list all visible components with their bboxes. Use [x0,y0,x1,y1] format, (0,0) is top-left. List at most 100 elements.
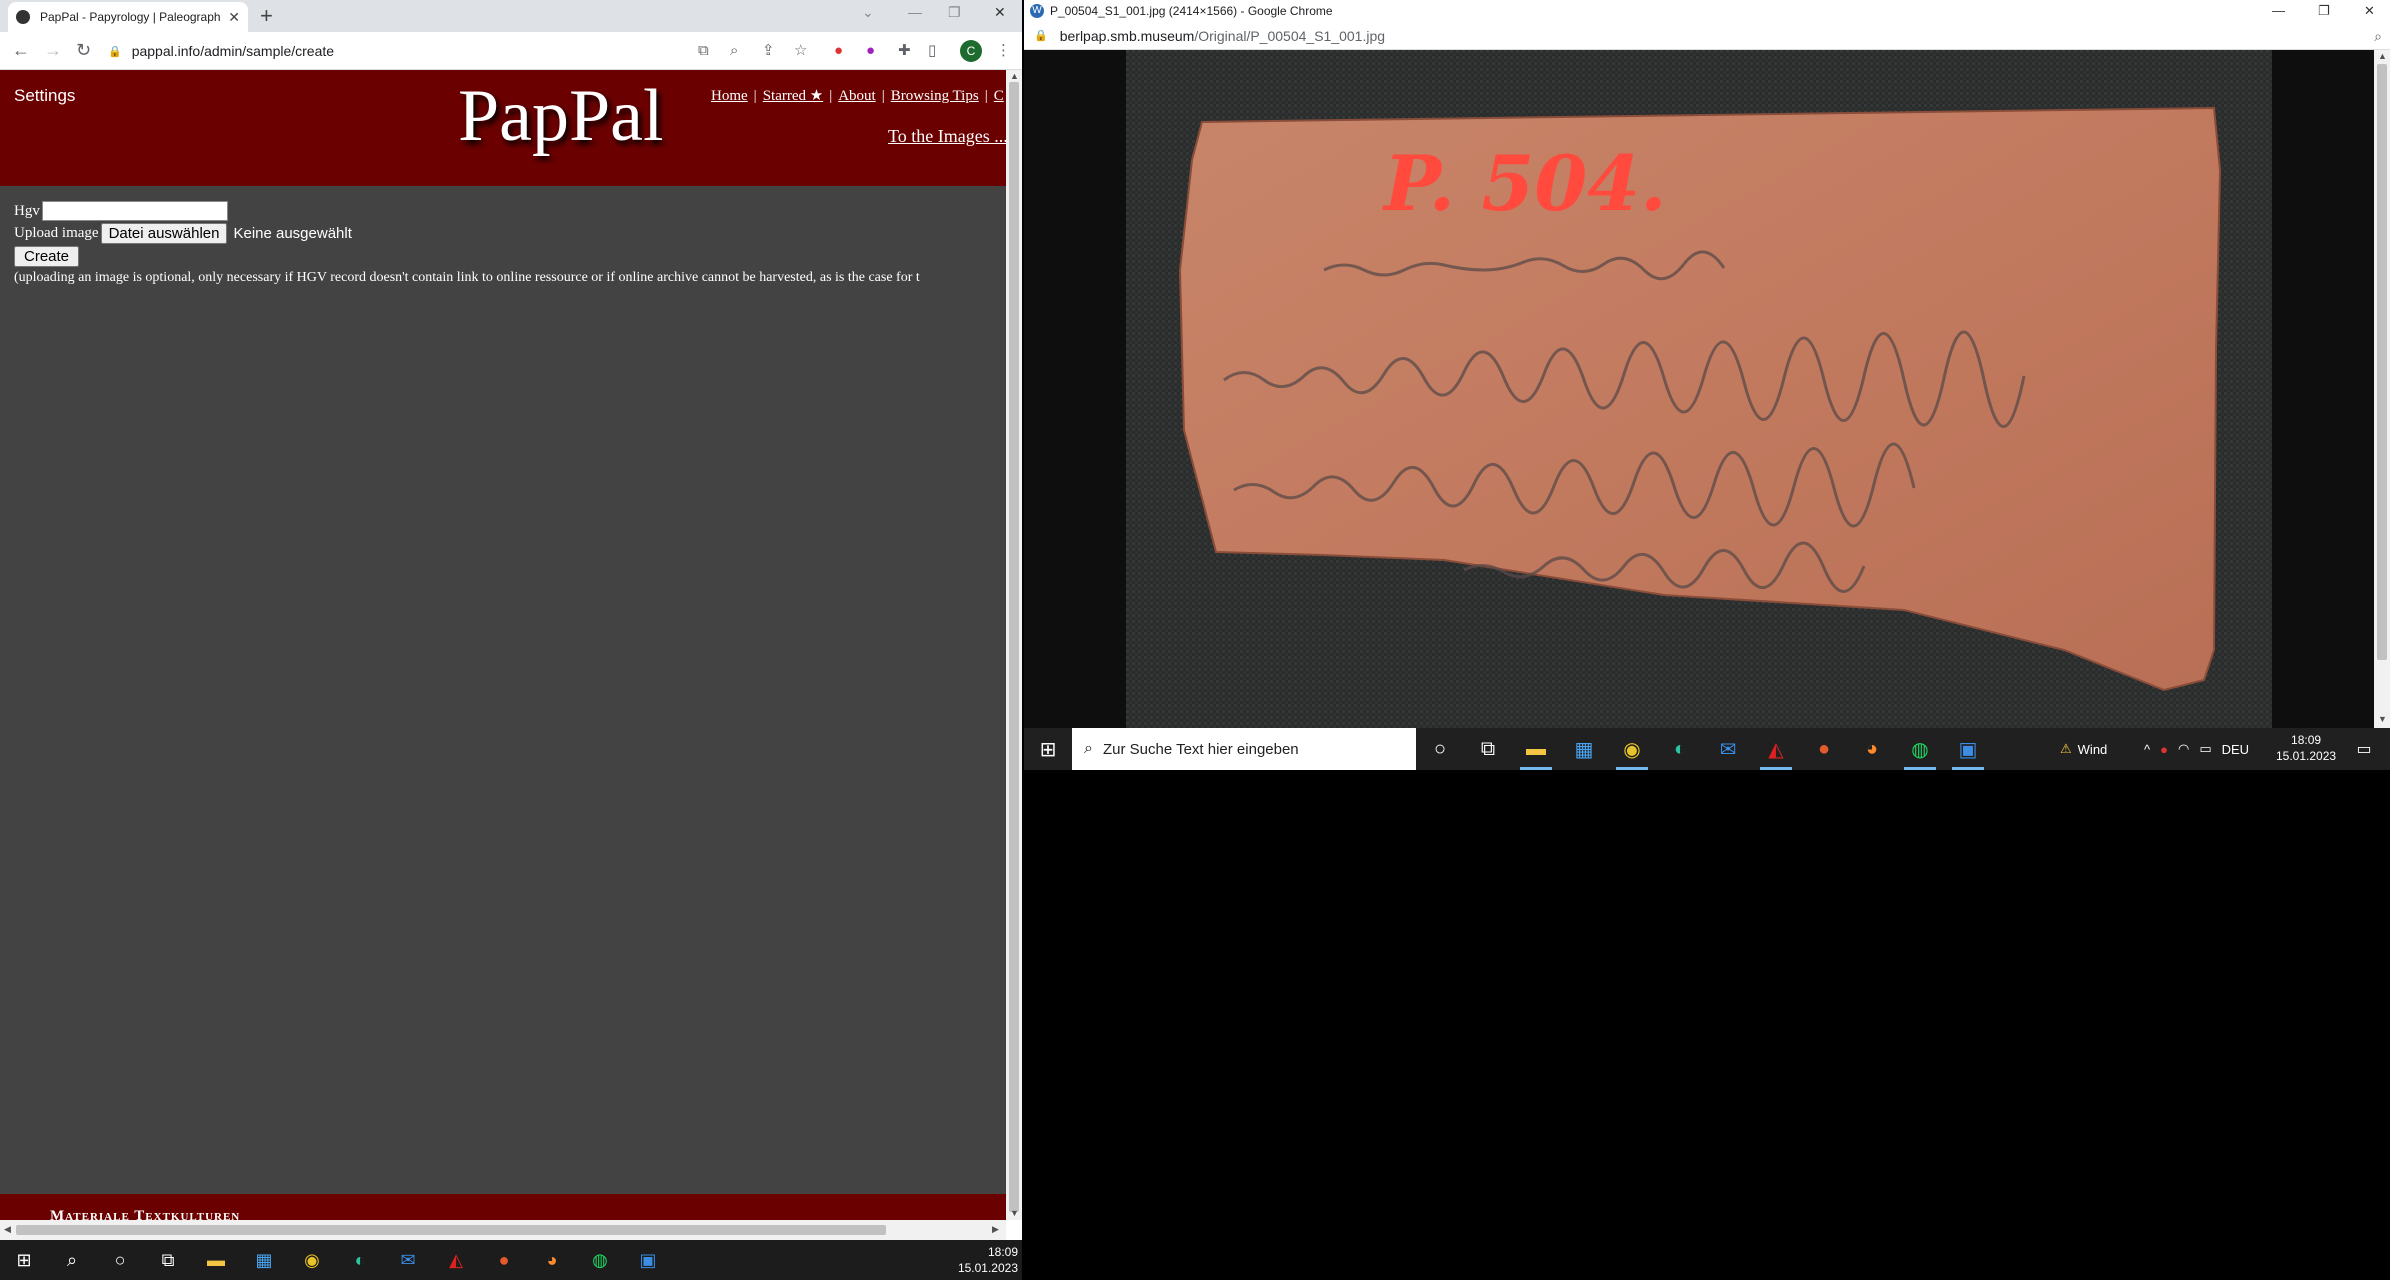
profile-avatar[interactable]: C [960,40,982,62]
left-clock[interactable]: 18:09 15.01.2023 [958,1244,1018,1276]
taskbar-search-placeholder: Zur Suche Text hier eingeben [1102,740,1299,758]
taskview-icon[interactable]: ⧉ [144,1240,192,1280]
tab-strip: PapPal - Papyrology | Paleograph ✕ + ⌄ —… [0,0,1022,32]
nav-about[interactable]: About [838,88,876,104]
choose-file-button[interactable]: Datei auswählen [100,222,228,244]
right-clock[interactable]: 18:09 15.01.2023 [2276,732,2336,764]
right-title-bar: W P_00504_S1_001.jpg (2414×1566) - Googl… [1024,0,2390,22]
chrome-icon[interactable]: ◉ [288,1240,336,1280]
taskbar-search-box[interactable]: ⌕ Zur Suche Text hier eingeben [1072,728,1416,770]
left-taskbar: ⊞ ⌕ ○ ⧉ ▬ ▦ ◉ ◐ ✉ ◭ ● ◕ ◍ ▣ 18:09 15.01.… [0,1240,1022,1280]
language-indicator[interactable]: DEU [2222,742,2249,757]
tray-app-icon[interactable]: ● [2160,742,2168,757]
nav-starred[interactable]: Starred ★ [763,88,824,104]
left-clock-time: 18:09 [987,1245,1018,1259]
vertical-scrollbar[interactable]: ▲ ▼ [1006,70,1022,1220]
right-windows-icon[interactable]: ⊞ [1024,728,1072,770]
reload-icon[interactable]: ↻ [76,40,91,60]
translate-icon[interactable]: ⧉ [698,42,709,60]
photos-icon[interactable]: ▣ [624,1240,672,1280]
right-spotify-icon[interactable]: ◍ [1896,728,1944,770]
wifi-icon[interactable]: ◠ [2178,741,2189,757]
horizontal-scroll-thumb[interactable] [16,1225,886,1235]
mail-icon[interactable]: ✉ [384,1240,432,1280]
right-cortana-icon[interactable]: ○ [1416,728,1464,770]
right-mail-icon[interactable]: ✉ [1704,728,1752,770]
extension-purple-icon[interactable]: ● [866,42,875,60]
windows-icon[interactable]: ⊞ [0,1240,48,1280]
search-icon[interactable]: ⌕ [48,1240,96,1280]
extension-red-icon[interactable]: ● [834,42,843,60]
right-store-icon[interactable]: ▦ [1560,728,1608,770]
right-close-icon[interactable]: ✕ [2364,3,2375,19]
notification-icon[interactable]: ▭ [2340,728,2388,770]
right-minimize-icon[interactable]: — [2272,3,2285,18]
right-scroll-thumb[interactable] [2377,64,2387,660]
tab-search-icon[interactable]: ⌄ [862,4,874,21]
footer-banner: Materiale Textkulturen [0,1194,1006,1220]
zoom-icon[interactable]: ⌕ [730,42,738,60]
spotify-icon[interactable]: ◍ [576,1240,624,1280]
share-icon[interactable]: ⇪ [762,42,775,60]
right-vertical-scrollbar[interactable]: ▲ ▼ [2374,50,2390,728]
right-edge-icon[interactable]: ◐ [1656,728,1704,770]
right-chrome-icon[interactable]: ◉ [1608,728,1656,770]
explorer-icon[interactable]: ▬ [192,1240,240,1280]
nav-cut-off[interactable]: C [994,88,1004,104]
acrobat-icon[interactable]: ◭ [432,1240,480,1280]
system-tray-icons[interactable]: ^ ● ◠ ▭ DEU [2144,728,2249,770]
scroll-right-icon[interactable]: ▶ [992,1224,999,1235]
right-photos-icon[interactable]: ▣ [1944,728,1992,770]
to-images-link[interactable]: To the Images ... [888,126,1006,147]
right-url-host: berlpap.smb.museum [1059,27,1195,44]
restore-icon[interactable]: ❐ [948,4,961,21]
scroll-left-icon[interactable]: ◀ [4,1224,11,1235]
vertical-scroll-thumb[interactable] [1009,82,1019,1212]
store-icon[interactable]: ▦ [240,1240,288,1280]
right-scroll-up-icon[interactable]: ▲ [2378,51,2387,61]
back-icon[interactable]: ← [12,40,30,60]
tray-chevron-icon[interactable]: ^ [2144,742,2150,757]
firefox-icon[interactable]: ◕ [528,1240,576,1280]
right-scroll-down-icon[interactable]: ▼ [2378,714,2387,724]
edge-icon[interactable]: ◐ [336,1240,384,1280]
right-explorer-icon[interactable]: ▬ [1512,728,1560,770]
battery-icon[interactable]: ▭ [2199,741,2211,757]
powerpoint-icon[interactable]: ● [480,1240,528,1280]
scroll-up-icon[interactable]: ▲ [1010,71,1019,81]
close-window-icon[interactable]: ✕ [994,4,1006,21]
right-taskview-icon[interactable]: ⧉ [1464,728,1512,770]
site-logo[interactable]: PapPal [458,74,664,159]
hgv-input[interactable] [41,201,228,221]
ostracon-image: P. 504. [1126,50,2272,728]
horizontal-scrollbar[interactable]: ◀ ▶ [0,1220,1006,1240]
lock-icon: 🔒 [108,45,122,58]
left-clock-date: 15.01.2023 [957,1261,1018,1275]
nav-browsing-tips[interactable]: Browsing Tips [891,88,979,104]
upload-row: Upload image Datei auswählen Keine ausge… [14,222,920,244]
right-powerpoint-icon[interactable]: ● [1800,728,1848,770]
sidepanel-icon[interactable]: ▯ [928,42,936,60]
forward-icon[interactable]: → [44,40,62,60]
right-restore-icon[interactable]: ❐ [2318,3,2330,19]
bookmark-star-icon[interactable]: ☆ [794,42,807,60]
tab-close-icon[interactable]: ✕ [228,9,240,26]
right-acrobat-icon[interactable]: ◭ [1752,728,1800,770]
nav-home[interactable]: Home [711,88,748,104]
tab-pappal[interactable]: PapPal - Papyrology | Paleograph ✕ [8,2,248,32]
right-url-path: /Original/P_00504_S1_001.jpg [1194,27,1386,44]
right-zoom-icon[interactable]: ⌕ [2374,28,2382,45]
settings-link[interactable]: Settings [14,86,75,106]
cortana-icon[interactable]: ○ [96,1240,144,1280]
extensions-puzzle-icon[interactable]: ✚ [898,42,911,60]
scroll-down-icon[interactable]: ▼ [1010,1208,1019,1218]
weather-tray[interactable]: ⚠ Wind [2060,728,2107,770]
create-button[interactable]: Create [14,245,80,267]
image-viewer[interactable]: P. 504. [1024,50,2374,728]
right-firefox-icon[interactable]: ◕ [1848,728,1896,770]
new-tab-icon[interactable]: + [260,4,273,28]
browser-toolbar: ← → ↻ 🔒 pappal.info/admin/sample/create … [0,32,1022,70]
menu-kebab-icon[interactable]: ⋮ [996,42,1011,60]
minimize-icon[interactable]: — [908,4,922,20]
right-address-bar[interactable]: 🔒 berlpap.smb.museum /Original/P_00504_S… [1024,22,2390,50]
